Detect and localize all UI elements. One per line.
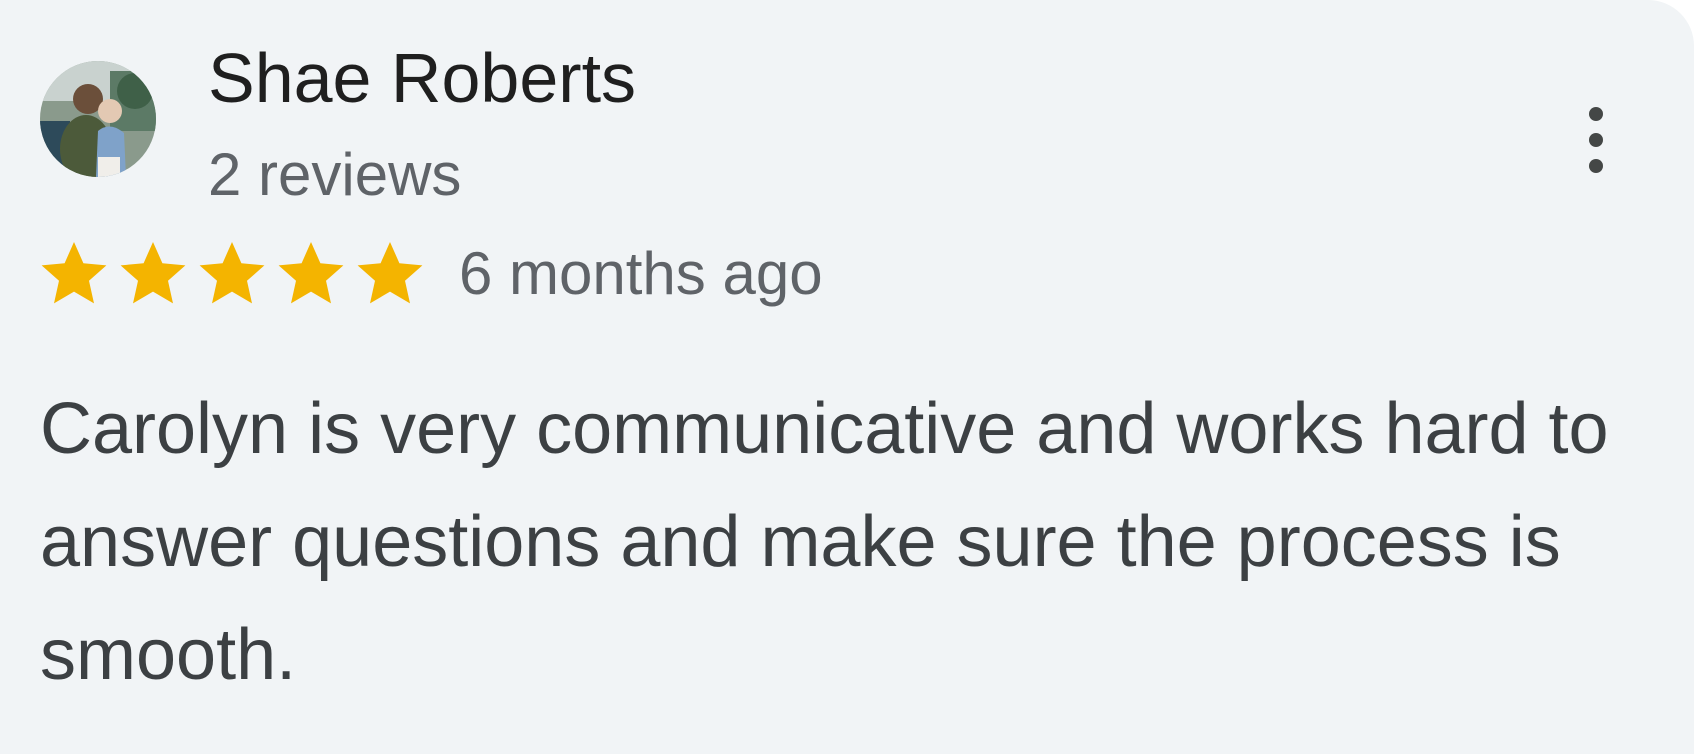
star-icon: [275, 238, 347, 310]
more-vertical-icon: [1589, 107, 1603, 173]
review-text: Carolyn is very communicative and works …: [40, 389, 1609, 695]
star-icon: [117, 238, 189, 310]
star-rating: [38, 238, 433, 310]
avatar-photo-icon: [40, 61, 156, 177]
star-icon: [38, 238, 110, 310]
author-avatar[interactable]: [40, 61, 156, 177]
review-date: 6 months ago: [459, 240, 823, 307]
star-icon: [354, 238, 426, 310]
more-options-button[interactable]: [1570, 100, 1622, 180]
star-icon: [196, 238, 268, 310]
author-name[interactable]: Shae Roberts: [208, 38, 636, 118]
author-review-count[interactable]: 2 reviews: [208, 140, 461, 210]
rating-row: 6 months ago: [38, 238, 823, 310]
review-card: Shae Roberts 2 reviews 6 months ago Caro…: [0, 0, 1694, 754]
